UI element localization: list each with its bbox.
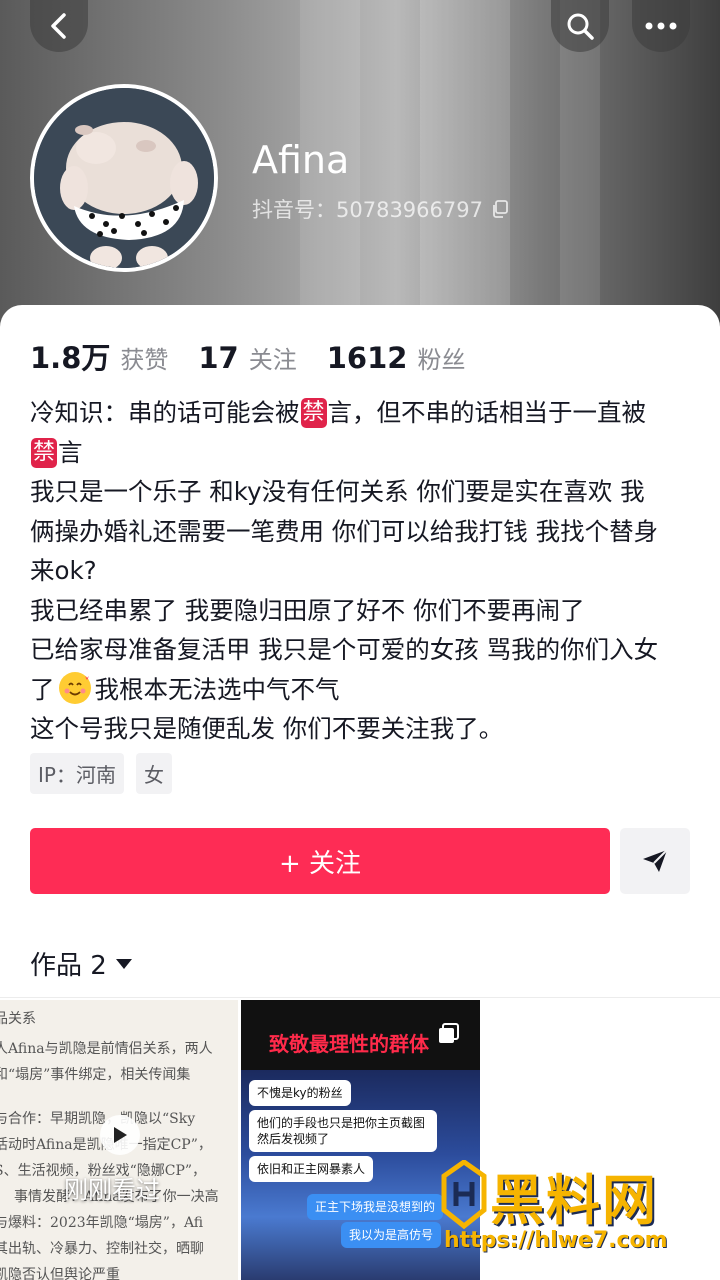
- copy-icon[interactable]: [491, 200, 509, 218]
- bio-line: 冷知识：串的话可能会被禁言，但不串的话相当于一直被: [30, 393, 695, 433]
- douyin-id-text: 抖音号：50783966797: [252, 198, 483, 222]
- ip-tag: IP：河南: [30, 753, 124, 794]
- doc-text-line: 与合作：早期凯隐，凯隐以“Sky: [0, 1111, 196, 1127]
- watermark-logo-icon: [441, 1160, 487, 1230]
- bio-line: 已给家母准备复活甲 我只是个可爱的女孩 骂我的你们入女: [30, 635, 659, 664]
- chat-bubble: 我以为是高仿号: [341, 1222, 442, 1248]
- bio-text: 言，但不串的话相当于一直被: [327, 398, 647, 427]
- bio-text: 我根本无法选中气不气: [94, 674, 340, 704]
- back-arrow-icon: [51, 13, 66, 39]
- thumbnail-title: 致敬最理性的群体: [269, 1032, 429, 1056]
- doc-text-line: 凯隐否认但舆论严重: [0, 1267, 120, 1280]
- bio-line: 这个号我只是随便乱发 你们不要关注我了。: [30, 714, 504, 743]
- play-icon: [100, 1115, 140, 1155]
- video-thumbnail-1[interactable]: 品关系 人Afina与凯隐是前情侣关系，两人 和“塌房”事件绑定，相关传闻集 与…: [0, 1000, 238, 1280]
- back-button[interactable]: [30, 0, 88, 52]
- follow-button[interactable]: + 关注: [30, 828, 610, 894]
- ban-badge: 禁: [300, 398, 327, 428]
- bio-text: 冷知识：串的话可能会被: [30, 398, 300, 427]
- search-icon: [567, 13, 594, 40]
- gender-tag: 女: [135, 753, 172, 794]
- chat-bubble: 正主下场我是没想到的: [307, 1194, 444, 1220]
- ban-badge: 禁: [31, 437, 58, 468]
- bio-text: 言: [58, 437, 83, 467]
- avatar[interactable]: [30, 84, 218, 272]
- more-button[interactable]: [632, 0, 690, 52]
- background-decoration: [420, 0, 510, 340]
- profile-header: Afina 抖音号：50783966797: [0, 0, 720, 340]
- send-icon: [643, 849, 668, 872]
- caret-down-icon[interactable]: [115, 958, 133, 970]
- bio-line: 了 我根本无法选中气不气: [30, 670, 695, 710]
- bio-line: 我已经串累了 我要隐归田原了好不 你们不要再闹了: [30, 595, 585, 625]
- works-tab-label: 作品 2: [30, 951, 107, 981]
- nickname: Afina: [252, 138, 350, 182]
- bio-line: 我只是一个乐子 和ky没有任何关系 你们要是实在喜欢 我: [30, 477, 645, 506]
- watermark-text: 黑料网: [490, 1169, 658, 1232]
- multi-image-icon: [439, 1023, 459, 1043]
- watermark-url: https://hlwe7.com: [444, 1228, 668, 1253]
- doc-text-line: 和“塌房”事件绑定，相关传闻集: [0, 1067, 191, 1083]
- message-button[interactable]: [620, 828, 690, 894]
- stats-row: 1.8万 获赞 17 关注 1612 粉丝: [30, 335, 495, 377]
- avatar-image: [34, 88, 214, 268]
- bio-line: 俩操办婚礼还需要一笔费用 你们可以给我打钱 我找个替身: [30, 516, 659, 546]
- doc-text-line: 人Afina与凯隐是前情侣关系，两人: [0, 1041, 213, 1057]
- bio-line: 来ok?: [30, 556, 97, 585]
- doc-text-line: 品关系: [0, 1011, 36, 1027]
- bio-line: 禁言: [30, 433, 695, 473]
- chat-bubble: 不愧是ky的粉丝: [249, 1080, 351, 1106]
- recently-watched-label: 刚刚看过: [64, 1176, 160, 1204]
- douyin-id[interactable]: 抖音号：50783966797: [252, 194, 509, 224]
- smiling-face-hearts-icon: [58, 671, 91, 704]
- divider: [0, 997, 720, 998]
- tab-works[interactable]: 作品 2: [30, 945, 133, 982]
- chat-bubble: 依旧和正主网暴素人: [249, 1156, 374, 1182]
- followers-label[interactable]: 粉丝: [417, 340, 465, 375]
- following-count[interactable]: 17: [198, 341, 238, 375]
- bio: 冷知识：串的话可能会被禁言，但不串的话相当于一直被 禁言 我只是一个乐子 和ky…: [30, 393, 695, 749]
- doc-text-line: 与爆料：2023年凯隐“塌房”，Afi: [0, 1215, 204, 1231]
- likes-count: 1.8万: [30, 341, 111, 375]
- more-icon: [645, 22, 677, 30]
- followers-count[interactable]: 1612: [327, 341, 408, 375]
- chat-bubble: 他们的手段也只是把你主页截图然后发视频了: [249, 1110, 437, 1152]
- tags-row: IP：河南 女: [30, 753, 172, 794]
- following-label[interactable]: 关注: [249, 340, 297, 375]
- bio-text: 了: [30, 674, 55, 704]
- doc-text-line: 其出轨、冷暴力、控制社交，晒聊: [0, 1241, 204, 1257]
- search-button[interactable]: [551, 0, 609, 52]
- likes-label: 获赞: [120, 346, 169, 374]
